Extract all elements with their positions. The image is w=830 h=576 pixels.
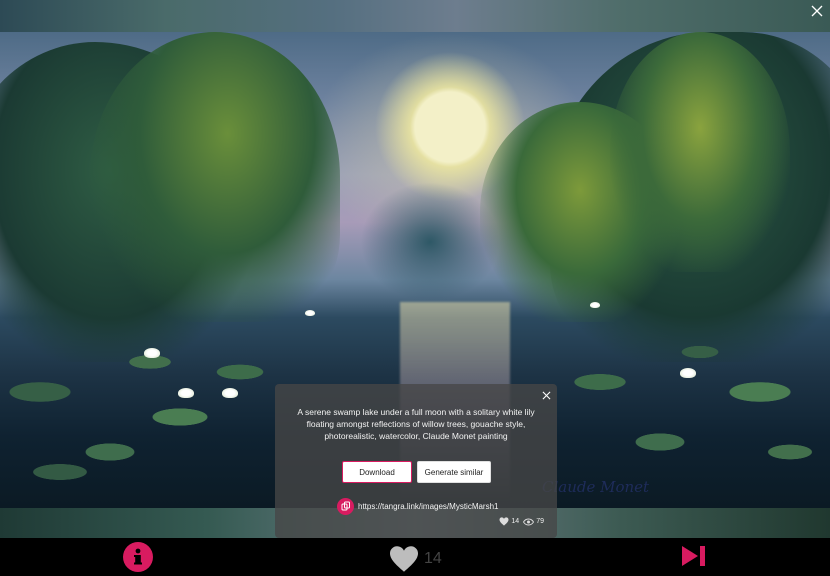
close-icon	[811, 5, 823, 17]
copy-link-button[interactable]	[337, 497, 354, 515]
image-info-panel: A serene swamp lake under a full moon wi…	[275, 384, 557, 538]
info-button[interactable]	[123, 542, 153, 572]
water-lily	[222, 388, 238, 398]
water-lily	[305, 310, 315, 316]
eye-icon	[523, 518, 535, 525]
like-button[interactable]: 14	[388, 545, 442, 573]
water-lily	[178, 388, 194, 398]
heart-icon	[390, 546, 418, 572]
copy-icon	[341, 501, 350, 511]
distant-trees	[360, 182, 500, 302]
lily-pads-right	[540, 332, 830, 502]
lily-pads-left	[0, 332, 290, 502]
heart-icon	[499, 517, 509, 526]
water-lily	[144, 348, 160, 358]
skip-next-icon	[682, 546, 705, 566]
willow-tree	[90, 32, 340, 322]
close-icon	[542, 391, 550, 399]
image-stats: 14 79	[499, 517, 548, 526]
share-link[interactable]: https://tangra.link/images/MysticMarsh1	[358, 502, 499, 511]
views-count: 79	[536, 518, 544, 525]
download-button[interactable]: Download	[342, 461, 412, 483]
share-link-row: https://tangra.link/images/MysticMarsh1	[337, 497, 499, 515]
info-panel-close-button[interactable]	[539, 388, 553, 402]
next-image-button[interactable]	[680, 545, 708, 567]
generate-similar-button[interactable]: Generate similar	[417, 461, 491, 483]
water-lily	[680, 368, 696, 378]
willow-tree	[610, 32, 790, 272]
image-prompt: A serene swamp lake under a full moon wi…	[297, 407, 535, 441]
viewer-close-button[interactable]	[808, 2, 826, 20]
likes-count: 14	[511, 518, 520, 525]
water-lily	[590, 302, 600, 308]
like-count: 14	[424, 550, 442, 567]
bottom-toolbar: 14	[0, 538, 830, 576]
painting-signature: Claude Monet	[542, 478, 650, 496]
blurred-top-strip	[0, 0, 830, 32]
info-icon	[134, 548, 142, 565]
